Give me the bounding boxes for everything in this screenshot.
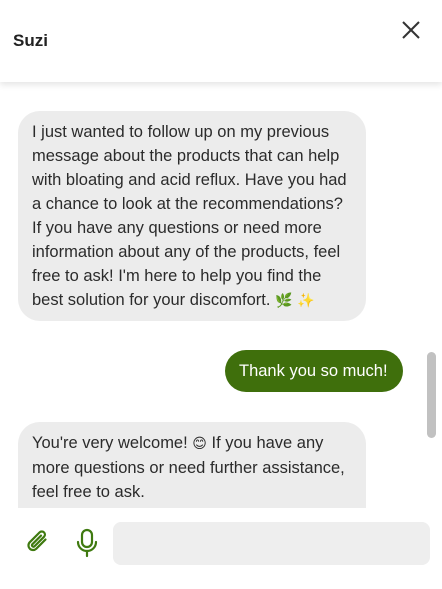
microphone-icon [76, 528, 98, 558]
composer-bar [0, 508, 442, 589]
chat-header: Suzi [0, 0, 442, 82]
message-text-before-emoji: You're very welcome! [32, 434, 188, 452]
herb-emoji: 🌿 [275, 293, 293, 309]
chat-window: Suzi I just wanted to follow up on my pr… [0, 0, 442, 589]
message-list[interactable]: I just wanted to follow up on my previou… [0, 82, 442, 508]
message-text: Thank you so much! [239, 362, 388, 380]
scrollbar-thumb[interactable] [427, 352, 436, 438]
smiling-face-emoji: 😊 [192, 436, 207, 452]
message-input[interactable] [113, 522, 430, 565]
sparkles-emoji: ✨ [297, 293, 315, 309]
message-text: I just wanted to follow up on my previou… [32, 123, 347, 309]
close-icon [402, 21, 420, 39]
bot-message: I just wanted to follow up on my previou… [18, 111, 366, 321]
chat-title: Suzi [13, 31, 48, 50]
attach-button[interactable] [24, 527, 54, 557]
microphone-button[interactable] [72, 527, 102, 559]
close-button[interactable] [398, 17, 424, 43]
paperclip-icon [27, 530, 47, 552]
user-message: Thank you so much! [225, 350, 403, 392]
bot-message: You're very welcome! 😊 If you have any m… [18, 422, 366, 508]
scrollbar-track[interactable] [424, 82, 438, 508]
